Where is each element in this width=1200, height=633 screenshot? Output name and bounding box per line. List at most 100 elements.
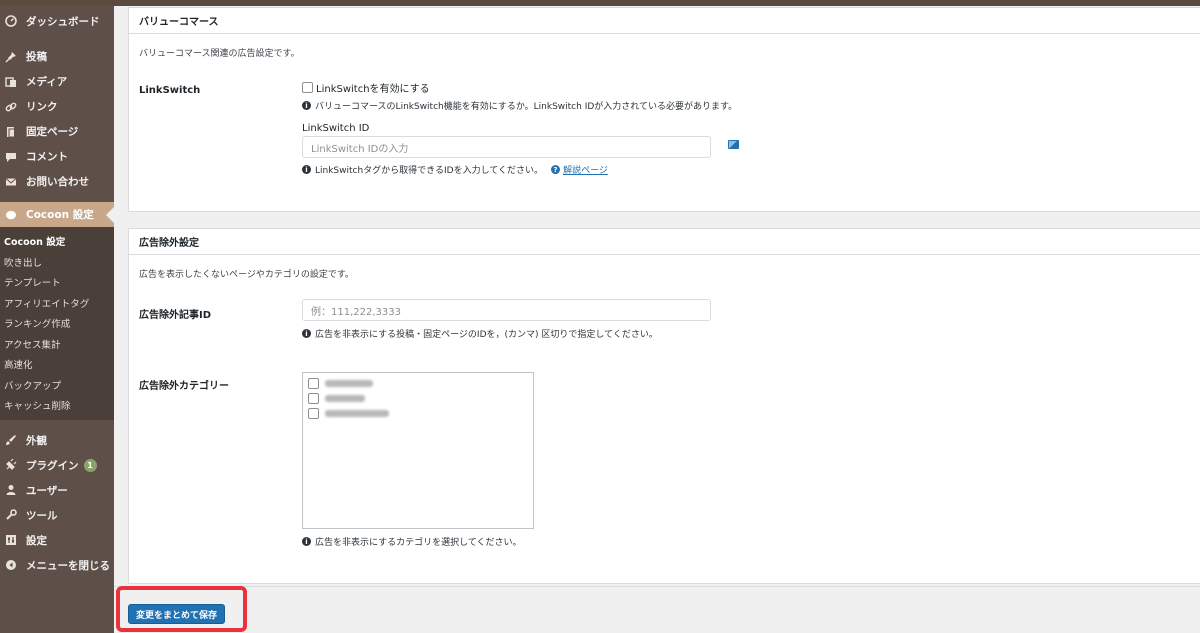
- sidebar-item-comments[interactable]: コメント: [0, 144, 114, 169]
- sidebar-item-dashboard[interactable]: ダッシュボード: [0, 9, 114, 33]
- pin-icon: [4, 50, 18, 64]
- ad-exclusion-panel: 広告除外設定 広告を表示したくないページやカテゴリの設定です。 広告除外記事ID…: [128, 228, 1200, 584]
- checkbox-label: LinkSwitchを有効にする: [316, 84, 430, 95]
- submenu-item[interactable]: アクセス集計: [0, 334, 114, 355]
- sidebar-item-settings[interactable]: 設定: [0, 528, 114, 553]
- brush-icon: [4, 433, 18, 447]
- sidebar-item-label: 設定: [26, 534, 47, 547]
- linkswitch-label: LinkSwitch: [139, 85, 201, 96]
- help-icon: ?: [551, 165, 561, 174]
- excluded-category-label: 広告除外カテゴリー: [139, 381, 229, 392]
- valuecommerce-panel: バリューコマース バリューコマース関連の広告設定です。 LinkSwitch L…: [128, 7, 1200, 212]
- save-footer: [114, 586, 1200, 633]
- image-preview-icon[interactable]: [728, 140, 739, 149]
- info-icon: i: [302, 165, 311, 174]
- sidebar-item-plugins[interactable]: プラグイン 1: [0, 453, 114, 478]
- linkswitch-id-input[interactable]: LinkSwitch IDの入力: [302, 136, 711, 158]
- category-item[interactable]: [308, 406, 528, 421]
- sidebar-item-label: お問い合わせ: [26, 176, 89, 188]
- sidebar-item-label: コメント: [26, 151, 68, 163]
- checkbox[interactable]: [308, 378, 319, 389]
- category-item[interactable]: [308, 391, 528, 406]
- submenu-item[interactable]: アフィリエイトタグ: [0, 293, 114, 314]
- sidebar-item-label: ダッシュボード: [26, 15, 100, 28]
- submenu-item[interactable]: キャッシュ削除: [0, 395, 114, 416]
- submenu-item[interactable]: テンプレート: [0, 272, 114, 293]
- sidebar-item-label: 固定ページ: [26, 126, 79, 138]
- link-icon: [4, 100, 18, 114]
- excluded-article-id-field: 例：111,222,3333 i 広告を非表示にする投稿・固定ページのIDを，(…: [302, 299, 711, 340]
- blurred-category-name: [325, 380, 373, 387]
- dashboard-icon: [4, 14, 18, 28]
- sidebar-item-label: プラグイン: [26, 459, 79, 472]
- main-content: バリューコマース バリューコマース関連の広告設定です。 LinkSwitch L…: [114, 6, 1200, 633]
- sidebar-item-label: 外観: [26, 434, 47, 447]
- info-icon: i: [302, 329, 311, 338]
- info-text: 広告を非表示にする投稿・固定ページのIDを，(カンマ) 区切りで指定してください…: [315, 330, 658, 340]
- help-link-text: 解説ページ: [563, 166, 608, 176]
- panel-title: 広告除外設定: [129, 229, 1200, 255]
- sidebar-item-tools[interactable]: ツール: [0, 503, 114, 528]
- checkbox[interactable]: [308, 408, 319, 419]
- submenu-item[interactable]: Cocoon 設定: [0, 231, 114, 252]
- linkswitch-id-field: LinkSwitch ID LinkSwitch IDの入力 i LinkSwi…: [302, 123, 711, 176]
- sidebar-item-label: ユーザー: [26, 484, 68, 497]
- linkswitch-enable-field: LinkSwitchを有効にする i バリューコマースのLinkSwitch機能…: [302, 80, 737, 112]
- info-icon: i: [302, 101, 311, 110]
- excluded-category-field: i 広告を非表示にするカテゴリを選択してください。: [302, 372, 534, 548]
- panel-title: バリューコマース: [129, 8, 1200, 34]
- submenu-item[interactable]: 吹き出し: [0, 252, 114, 273]
- excluded-article-id-input[interactable]: 例：111,222,3333: [302, 299, 711, 321]
- panel-description: 広告を表示したくないページやカテゴリの設定です。: [139, 270, 354, 280]
- linkswitch-enable-info: i バリューコマースのLinkSwitch機能を有効にするか。LinkSwitc…: [302, 99, 737, 112]
- sidebar-item-media[interactable]: メディア: [0, 69, 114, 94]
- sidebar-item-users[interactable]: ユーザー: [0, 478, 114, 503]
- user-icon: [4, 483, 18, 497]
- sidebar-item-cocoon-settings[interactable]: Cocoon 設定: [0, 202, 114, 227]
- sidebar-item-label: リンク: [26, 101, 58, 113]
- linkswitch-id-label: LinkSwitch ID: [302, 123, 370, 134]
- excluded-article-id-info: i 広告を非表示にする投稿・固定ページのIDを，(カンマ) 区切りで指定してくだ…: [302, 327, 711, 340]
- panel-description: バリューコマース関連の広告設定です。: [139, 49, 300, 59]
- checkbox[interactable]: [308, 393, 319, 404]
- submenu-item[interactable]: ランキング作成: [0, 313, 114, 334]
- sidebar-item-appearance[interactable]: 外観: [0, 428, 114, 453]
- linkswitch-enable-checkbox[interactable]: LinkSwitchを有効にする: [302, 80, 737, 95]
- info-text: 広告を非表示にするカテゴリを選択してください。: [315, 538, 522, 548]
- cocoon-submenu: Cocoon 設定 吹き出し テンプレート アフィリエイトタグ ランキング作成 …: [0, 227, 114, 420]
- sidebar-item-label: Cocoon 設定: [26, 209, 94, 221]
- wrench-icon: [4, 508, 18, 522]
- blurred-category-name: [325, 395, 365, 402]
- blurred-category-name: [325, 410, 389, 417]
- info-text: LinkSwitchタグから取得できるIDを入力してください。: [315, 166, 544, 176]
- linkswitch-id-info: i LinkSwitchタグから取得できるIDを入力してください。 ? 解説ペー…: [302, 163, 711, 176]
- sidebar-item-label: ツール: [26, 509, 58, 522]
- mail-icon: [4, 175, 18, 189]
- info-icon: i: [302, 537, 311, 546]
- page-icon: [4, 125, 18, 139]
- checkbox[interactable]: [302, 82, 313, 93]
- sidebar-item-links[interactable]: リンク: [0, 94, 114, 119]
- comment-icon: [4, 150, 18, 164]
- excluded-category-info: i 広告を非表示にするカテゴリを選択してください。: [302, 535, 534, 548]
- sidebar-item-label: メニューを閉じる: [26, 559, 110, 572]
- sidebar-collapse-menu[interactable]: メニューを閉じる: [0, 553, 114, 578]
- excluded-article-id-label: 広告除外記事ID: [139, 310, 212, 321]
- update-count-badge: 1: [83, 458, 97, 472]
- collapse-icon: [4, 558, 18, 572]
- info-text: バリューコマースのLinkSwitch機能を有効にするか。LinkSwitch …: [315, 102, 738, 112]
- sidebar-item-contact[interactable]: お問い合わせ: [0, 169, 114, 194]
- sidebar-item-label: 投稿: [26, 51, 47, 63]
- plugin-icon: [4, 458, 18, 472]
- submenu-item[interactable]: バックアップ: [0, 375, 114, 396]
- admin-sidebar: ダッシュボード 投稿 メディア リンク 固定ページ コメント お問い合わせ Co…: [0, 6, 114, 633]
- sidebar-item-pages[interactable]: 固定ページ: [0, 119, 114, 144]
- cocoon-icon: [4, 208, 18, 222]
- help-page-link[interactable]: ? 解説ページ: [551, 163, 608, 176]
- category-item[interactable]: [308, 376, 528, 391]
- highlight-frame: [116, 586, 247, 632]
- sidebar-item-posts[interactable]: 投稿: [0, 44, 114, 69]
- sidebar-item-label: メディア: [26, 76, 68, 88]
- submenu-item[interactable]: 高速化: [0, 354, 114, 375]
- settings-icon: [4, 533, 18, 547]
